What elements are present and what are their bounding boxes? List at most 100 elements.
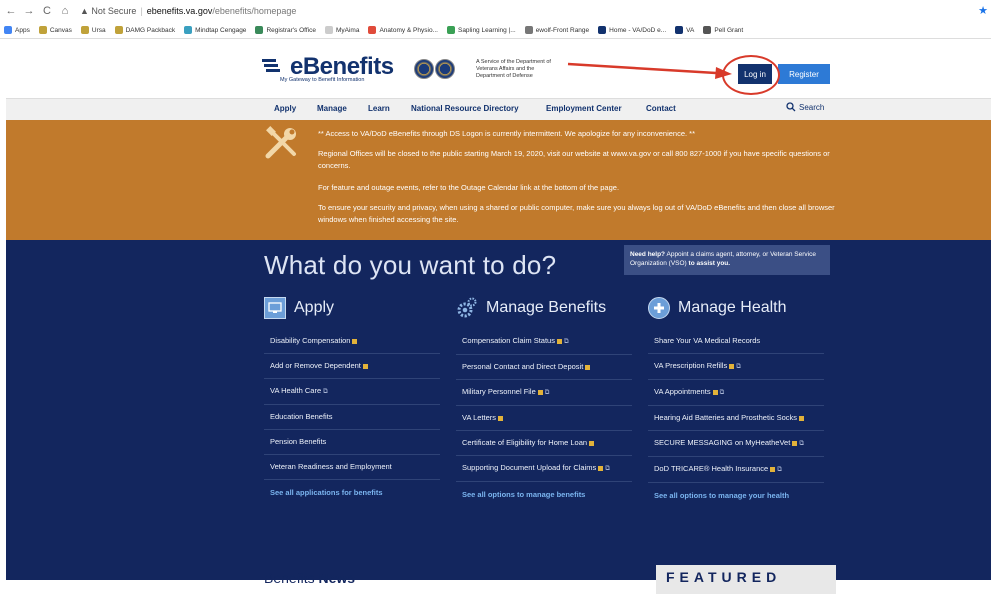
alert-banner: ** Access to VA/DoD eBenefits through DS… <box>6 120 991 240</box>
search-icon <box>786 102 796 112</box>
benefit-link[interactable]: VA Letters <box>456 406 632 431</box>
gears-icon <box>456 297 478 319</box>
benefit-link[interactable]: Education Benefits <box>264 405 440 430</box>
ebenefits-logo[interactable]: eBenefits My Gateway to Benefit Informat… <box>262 53 394 85</box>
benefit-link[interactable]: VA Appointments ⧉ <box>648 380 824 406</box>
address-bar[interactable]: ▲ Not Secure | ebenefits.va.gov/ebenefit… <box>80 6 296 16</box>
benefit-link[interactable]: Personal Contact and Direct Deposit <box>456 355 632 380</box>
external-link-icon: ⧉ <box>799 440 804 447</box>
bookmark-item[interactable]: Mindtap Cengage <box>184 26 246 34</box>
bookmark-item[interactable]: Apps <box>4 26 30 34</box>
bookmarks-bar: Apps Canvas Ursa DAMG Packback Mindtap Cenga… <box>0 22 991 39</box>
search-link[interactable]: Search <box>786 102 824 112</box>
bookmark-favicon-icon <box>255 26 264 34</box>
benefit-link[interactable]: Pension Benefits <box>264 430 440 455</box>
column-title: Manage Health <box>678 299 787 316</box>
benefit-link-label: Add or Remove Dependent <box>270 361 361 370</box>
nav-national-resource-directory[interactable]: National Resource Directory <box>411 104 519 113</box>
benefit-link[interactable]: Disability Compensation <box>264 329 440 354</box>
bookmark-item[interactable]: VA <box>675 26 694 34</box>
alert-line: ** Access to VA/DoD eBenefits through DS… <box>318 129 696 138</box>
benefit-link[interactable]: Hearing Aid Batteries and Prosthetic Soc… <box>648 406 824 431</box>
manage-health-heading: Manage Health <box>648 295 824 321</box>
featured-heading: FEATURED <box>666 569 782 585</box>
back-icon[interactable]: ← <box>4 5 18 17</box>
help-link[interactable]: to assist you. <box>689 260 731 267</box>
bottom-strip <box>6 580 991 594</box>
tools-icon <box>265 126 296 159</box>
bookmark-item[interactable]: Anatomy & Physio... <box>368 26 438 34</box>
nav-manage[interactable]: Manage <box>317 104 347 113</box>
bookmark-favicon-icon <box>38 26 47 34</box>
bookmark-item[interactable]: MyAima <box>324 26 359 34</box>
benefit-link[interactable]: Certificate of Eligibility for Home Loan <box>456 431 632 456</box>
bookmark-label: VA <box>686 26 695 34</box>
external-link-icon: ⧉ <box>544 389 550 396</box>
bookmark-item[interactable]: Pell Grant <box>703 26 743 34</box>
bookmark-item[interactable]: DAMG Packback <box>114 26 175 34</box>
nav-learn[interactable]: Learn <box>368 104 390 113</box>
bookmark-star-icon[interactable]: ★ <box>978 4 988 17</box>
see-all-applications-link[interactable]: See all applications for benefits <box>264 480 440 505</box>
benefit-link[interactable]: DoD TRICARE® Health Insurance ⧉ <box>648 457 824 483</box>
red-arrow-annotation <box>567 62 732 79</box>
new-badge-icon <box>792 440 798 446</box>
va-seal-icon <box>414 59 434 79</box>
see-all-manage-benefits-link[interactable]: See all options to manage benefits <box>456 482 632 507</box>
see-all-manage-health-link[interactable]: See all options to manage your health <box>648 483 824 508</box>
new-badge-icon <box>362 363 368 369</box>
new-badge-icon <box>729 363 735 369</box>
bookmark-favicon-icon <box>446 26 455 34</box>
not-secure-indicator[interactable]: ▲ Not Secure <box>80 6 136 16</box>
forward-icon[interactable]: → <box>22 5 36 17</box>
bookmark-favicon-icon <box>524 26 533 34</box>
benefit-link[interactable]: Veteran Readiness and Employment <box>264 455 440 480</box>
agency-seals <box>414 59 455 79</box>
home-icon[interactable]: ⌂ <box>58 5 72 17</box>
benefit-link[interactable]: Military Personnel File ⧉ <box>456 380 632 406</box>
bookmark-item[interactable]: Sapling Learning |... <box>446 26 516 34</box>
service-statement: A Service of the Department of Veterans … <box>476 59 551 79</box>
benefit-link[interactable]: SECURE MESSAGING on MyHeatheVet ⧉ <box>648 431 824 457</box>
nav-employment-center[interactable]: Employment Center <box>546 104 622 113</box>
manage-benefits-heading: Manage Benefits <box>456 295 632 321</box>
bookmark-label: Ursa <box>91 26 106 34</box>
benefit-link-label: SECURE MESSAGING on MyHeatheVet <box>654 438 791 447</box>
benefit-link-label: Disability Compensation <box>270 336 351 345</box>
benefit-link[interactable]: VA Prescription Refills ⧉ <box>648 354 824 380</box>
benefit-link[interactable]: Compensation Claim Status ⧉ <box>456 329 632 355</box>
nav-apply[interactable]: Apply <box>274 104 296 113</box>
external-link-icon: ⧉ <box>563 338 569 345</box>
benefit-link[interactable]: Add or Remove Dependent <box>264 354 440 379</box>
bookmark-label: Pell Grant <box>714 26 744 34</box>
benefit-link-label: Hearing Aid Batteries and Prosthetic Soc… <box>654 413 797 422</box>
bookmark-item[interactable]: ewolf-Front Range <box>524 26 590 34</box>
monitor-icon <box>264 297 286 319</box>
new-badge-icon <box>498 415 504 421</box>
benefit-link[interactable]: Supporting Document Upload for Claims ⧉ <box>456 456 632 482</box>
reload-icon[interactable]: C <box>40 5 54 17</box>
bookmark-label: ewolf-Front Range <box>535 26 590 34</box>
external-link-icon: ⧉ <box>719 389 725 396</box>
apply-links: Disability Compensation Add or Remove Dep… <box>264 329 440 480</box>
bookmark-favicon-icon <box>324 26 333 34</box>
need-help-box[interactable]: Need help? Appoint a claims agent, attor… <box>624 245 830 275</box>
bookmark-item[interactable]: Registrar's Office <box>255 26 316 34</box>
bookmark-item[interactable]: Home - VA/DoD e... <box>598 26 666 34</box>
benefit-link[interactable]: VA Health Care ⧉ <box>264 379 440 405</box>
new-badge-icon <box>556 338 562 344</box>
register-button[interactable]: Register <box>778 64 830 84</box>
new-badge-icon <box>770 466 776 472</box>
benefit-link[interactable]: Share Your VA Medical Records <box>648 329 824 354</box>
nav-contact[interactable]: Contact <box>646 104 676 113</box>
apply-column: Apply Disability Compensation Add or Remo… <box>264 295 440 505</box>
section-heading: What do you want to do? <box>264 250 557 280</box>
bookmark-item[interactable]: Ursa <box>80 26 106 34</box>
benefit-link-label: Pension Benefits <box>270 437 327 446</box>
bookmark-item[interactable]: Canvas <box>38 26 72 34</box>
bookmark-favicon-icon <box>675 26 684 34</box>
benefit-link-label: VA Prescription Refills <box>654 361 728 370</box>
bookmark-label: Mindtap Cengage <box>195 26 247 34</box>
manage-benefits-column: Manage Benefits Compensation Claim Statu… <box>456 295 632 507</box>
alert-line: Regional Offices will be closed to the p… <box>318 149 830 170</box>
